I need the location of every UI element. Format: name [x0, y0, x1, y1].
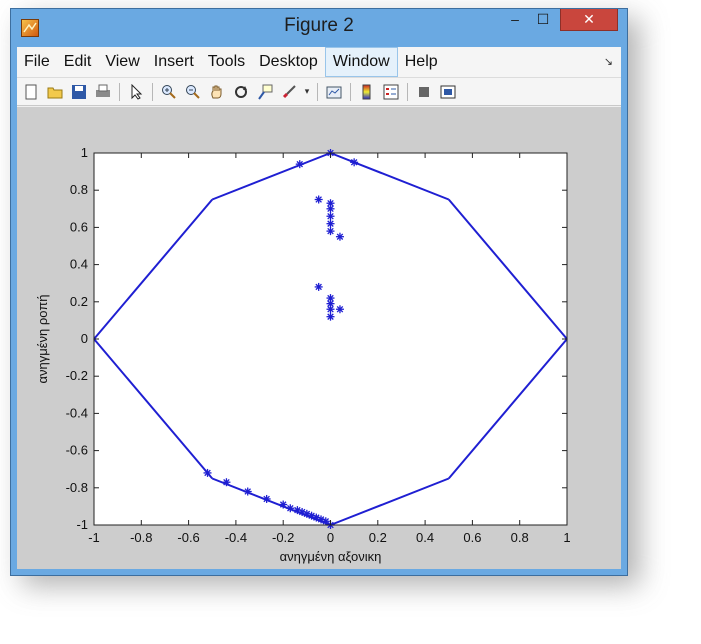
menu-help[interactable]: Help — [398, 47, 445, 77]
zoom-in-icon[interactable] — [159, 82, 179, 102]
menu-insert[interactable]: Insert — [147, 47, 201, 77]
menu-file[interactable]: File — [17, 47, 57, 77]
figure-toolbar: ▾ — [17, 78, 621, 106]
toolbar-separator — [152, 82, 153, 101]
y-tick-label: 0.4 — [70, 257, 88, 272]
close-button[interactable]: ✕ — [560, 9, 618, 31]
y-tick-label: 0.8 — [70, 182, 88, 197]
menu-window[interactable]: Window — [324, 47, 398, 77]
brush-icon[interactable] — [279, 82, 299, 102]
toolbar-separator — [317, 82, 318, 101]
x-tick-label: 0.2 — [369, 530, 387, 545]
new-icon[interactable] — [21, 82, 41, 102]
data-point-marker — [286, 504, 295, 513]
folder-icon[interactable] — [45, 82, 65, 102]
menu-overflow-arrow-icon[interactable]: ↘ — [604, 55, 613, 68]
menu-tools[interactable]: Tools — [201, 47, 252, 77]
data-point-marker — [314, 195, 323, 204]
y-tick-label: -0.6 — [66, 443, 88, 458]
x-tick-label: -0.2 — [272, 530, 294, 545]
plot-canvas[interactable]: -1 -0.8 -0.6 -0.4 -0.2 0 0.2 0.4 0.6 0.8 1 -1 -0.8 -0… — [17, 107, 621, 569]
maximize-button[interactable]: ☐ — [529, 9, 557, 31]
rotate-icon[interactable] — [231, 82, 251, 102]
print-icon[interactable] — [93, 82, 113, 102]
x-tick-label: 0.6 — [463, 530, 481, 545]
data-cursor-icon[interactable] — [255, 82, 275, 102]
zoom-out-icon[interactable] — [183, 82, 203, 102]
data-point-marker — [335, 305, 344, 314]
menu-view[interactable]: View — [98, 47, 146, 77]
y-tick-label: -0.2 — [66, 368, 88, 383]
y-tick-label: 0.2 — [70, 294, 88, 309]
y-tick-label: -0.4 — [66, 405, 88, 420]
brush-dropdown-icon[interactable]: ▾ — [303, 82, 311, 102]
menu-desktop[interactable]: Desktop — [252, 47, 325, 77]
hand-icon[interactable] — [207, 82, 227, 102]
x-tick-label: -0.6 — [177, 530, 199, 545]
menu-bar: File Edit View Insert Tools Desktop Wind… — [17, 47, 621, 78]
hide-tools-icon[interactable] — [414, 82, 434, 102]
toolbar-separator — [350, 82, 351, 101]
toolbar-separator — [407, 82, 408, 101]
x-tick-label: 0.4 — [416, 530, 434, 545]
x-tick-label: -0.8 — [130, 530, 152, 545]
data-point-marker — [262, 494, 271, 503]
menu-edit[interactable]: Edit — [57, 47, 99, 77]
data-point-marker — [279, 500, 288, 509]
arrow-cursor-icon[interactable] — [126, 82, 146, 102]
data-point-marker — [222, 478, 231, 487]
data-point-marker — [326, 305, 335, 314]
x-tick-label: 1 — [563, 530, 570, 545]
y-tick-label: -0.8 — [66, 480, 88, 495]
figure-client-area: File Edit View Insert Tools Desktop Wind… — [17, 47, 621, 569]
y-tick-label: -1 — [76, 517, 88, 532]
save-icon[interactable] — [69, 82, 89, 102]
figure-window: Figure 2 – ☐ ✕ File Edit View Insert Too… — [10, 8, 628, 576]
legend-icon[interactable] — [381, 82, 401, 102]
show-tools-icon[interactable] — [438, 82, 458, 102]
colorbar-icon[interactable] — [357, 82, 377, 102]
x-tick-label: -1 — [88, 530, 100, 545]
title-bar[interactable]: Figure 2 – ☐ ✕ — [11, 9, 627, 47]
x-tick-label: -0.4 — [225, 530, 247, 545]
figure-canvas: -1 -0.8 -0.6 -0.4 -0.2 0 0.2 0.4 0.6 0.8 1 -1 -0.8 -0… — [17, 107, 621, 569]
y-tick-label: 0.6 — [70, 219, 88, 234]
y-axis-label: ανηγμένη ροπή — [35, 294, 50, 383]
minimize-button[interactable]: – — [501, 9, 529, 31]
y-tick-label: 0 — [81, 331, 88, 346]
x-tick-label: 0.8 — [511, 530, 529, 545]
y-tick-label: 1 — [81, 145, 88, 160]
data-point-marker — [326, 312, 335, 321]
toolbar-separator — [119, 82, 120, 101]
x-axis-label: ανηγμένη αξονικη — [280, 549, 382, 564]
data-point-marker — [314, 282, 323, 291]
link-icon[interactable] — [324, 82, 344, 102]
data-point-marker — [203, 468, 212, 477]
x-tick-label: 0 — [327, 530, 334, 545]
